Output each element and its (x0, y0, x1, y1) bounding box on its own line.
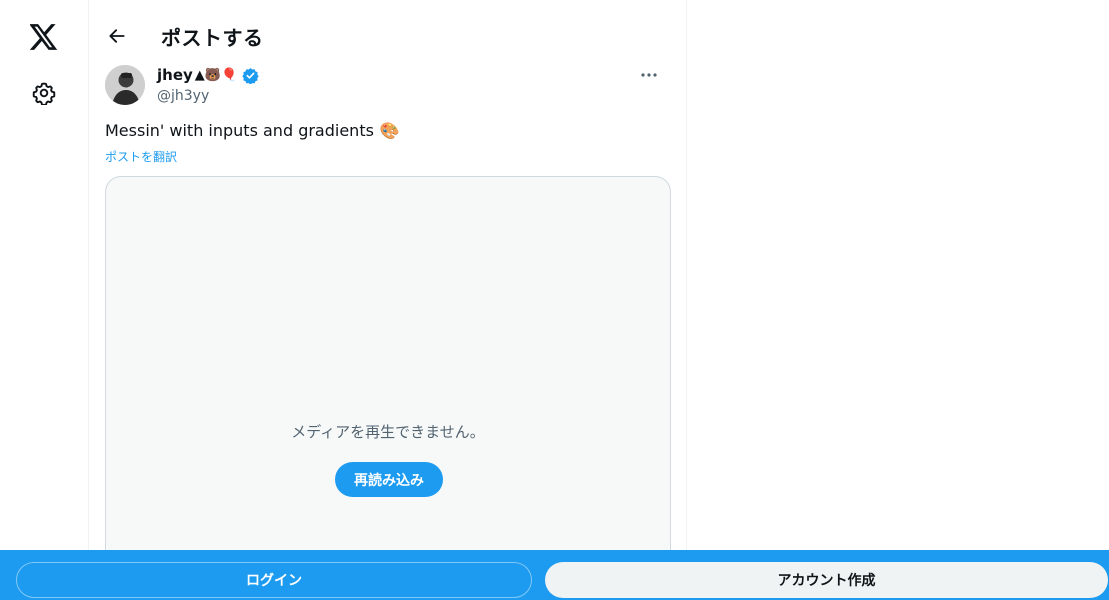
arrow-left-icon (107, 26, 127, 46)
back-button[interactable] (101, 20, 133, 52)
post-text: Messin' with inputs and gradients 🎨 (105, 121, 400, 140)
avatar[interactable] (105, 65, 145, 105)
media-error-message: メディアを再生できません。 (291, 423, 485, 441)
more-options-button[interactable] (635, 64, 663, 86)
author-name[interactable]: jhey (157, 66, 193, 84)
post-body: Messin' with inputs and gradients (105, 121, 374, 140)
page-header: ポストする (89, 0, 687, 72)
verified-badge-icon (242, 67, 259, 84)
name-emojis: ▲🐻🎈 (194, 67, 238, 83)
post-author: jhey ▲🐻🎈 @jh3yy (105, 64, 671, 108)
palette-emoji: 🎨 (379, 121, 400, 140)
bottom-bar: ログイン アカウント作成 (0, 550, 1109, 600)
page-title: ポストする (161, 26, 264, 50)
author-handle[interactable]: @jh3yy (157, 88, 209, 104)
gear-icon[interactable] (22, 71, 66, 115)
reload-button[interactable]: 再読み込み (335, 462, 443, 497)
signup-button[interactable]: アカウント作成 (545, 562, 1108, 598)
media-container: メディアを再生できません。 再読み込み (105, 176, 671, 576)
left-nav (0, 0, 88, 600)
login-button[interactable]: ログイン (16, 562, 532, 598)
main-column: ポストする jhey ▲🐻🎈 @jh3yy Messin' with input… (88, 0, 687, 600)
author-name-row[interactable]: jhey ▲🐻🎈 (157, 66, 259, 84)
translate-link[interactable]: ポストを翻訳 (105, 148, 177, 165)
more-dots-icon (640, 72, 658, 78)
x-logo-icon[interactable] (22, 15, 66, 59)
